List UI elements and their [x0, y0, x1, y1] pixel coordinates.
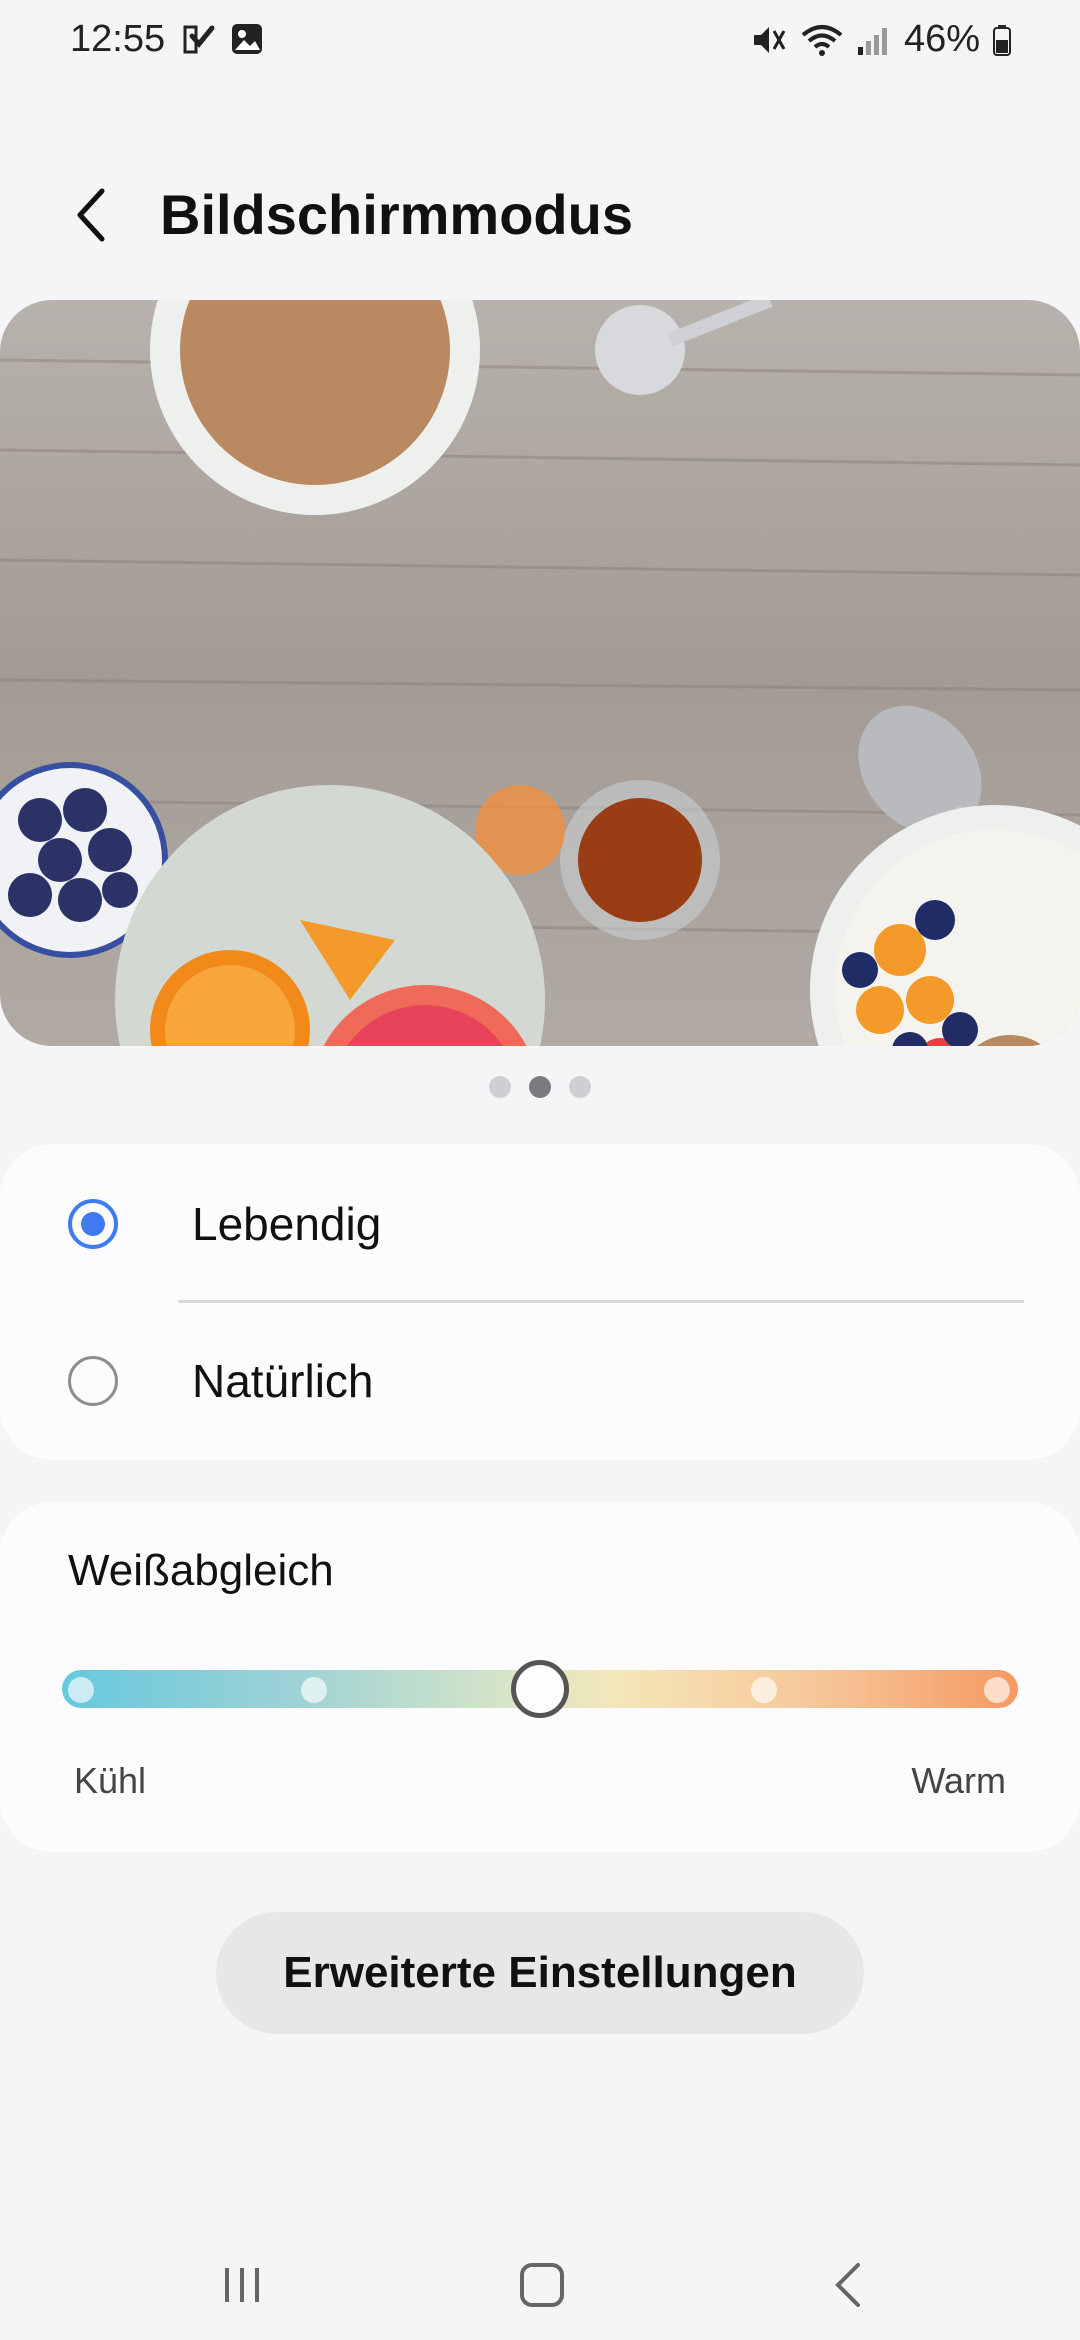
option-vivid[interactable]: Lebendig	[0, 1149, 1080, 1299]
option-label: Natürlich	[192, 1355, 374, 1407]
slider-step-dot	[301, 1677, 327, 1703]
battery-percent: 46%	[903, 18, 980, 60]
recents-icon	[225, 2268, 259, 2302]
gallery-icon	[232, 24, 262, 54]
radio-unselected[interactable]	[68, 1356, 118, 1406]
preview-image[interactable]	[0, 300, 1080, 1046]
option-natural[interactable]: Natürlich	[0, 1306, 1080, 1456]
back-arrow-icon	[77, 188, 105, 242]
option-label: Lebendig	[192, 1198, 382, 1250]
pager-dot[interactable]	[489, 1076, 511, 1098]
nav-back-icon	[835, 2263, 860, 2307]
preview-pager	[0, 1076, 1080, 1098]
signal-icon	[857, 27, 887, 55]
recents-button[interactable]	[202, 2250, 282, 2320]
status-time: 12:55	[70, 18, 166, 60]
breakfast-table-illustration	[0, 300, 1080, 1046]
slider-step-dot	[68, 1677, 94, 1703]
pager-dot-active[interactable]	[529, 1076, 551, 1098]
mute-icon	[753, 26, 786, 53]
divider	[178, 1300, 1024, 1303]
status-bar: 12:55 46%	[0, 0, 1080, 80]
slider-min-label: Kühl	[74, 1760, 147, 1801]
white-balance-title: Weißabgleich	[68, 1546, 334, 1595]
screen-mode-card: Lebendig Natürlich	[0, 1144, 1080, 1460]
navigation-bar	[0, 2220, 1080, 2340]
page-title: Bildschirmmodus	[160, 183, 633, 246]
radio-selected[interactable]	[68, 1199, 118, 1249]
slider-thumb[interactable]	[511, 1660, 569, 1718]
status-system-icons: 46%	[750, 18, 1012, 61]
status-notification-icons	[182, 22, 264, 56]
home-icon	[520, 2263, 564, 2307]
app-header: Bildschirmmodus	[0, 160, 1080, 270]
slider-max-label: Warm	[911, 1760, 1006, 1801]
advanced-settings-button[interactable]: Erweiterte Einstellungen	[216, 1912, 864, 2034]
slider-step-dot	[751, 1677, 777, 1703]
back-button[interactable]	[60, 180, 120, 250]
check-task-icon	[183, 25, 215, 54]
white-balance-card: Weißabgleich Kühl Warm	[0, 1502, 1080, 1852]
home-button[interactable]	[502, 2250, 582, 2320]
pager-dot[interactable]	[569, 1076, 591, 1098]
battery-icon	[993, 24, 1011, 56]
wifi-icon	[801, 24, 843, 56]
nav-back-button[interactable]	[808, 2250, 888, 2320]
slider-step-dot	[984, 1677, 1010, 1703]
